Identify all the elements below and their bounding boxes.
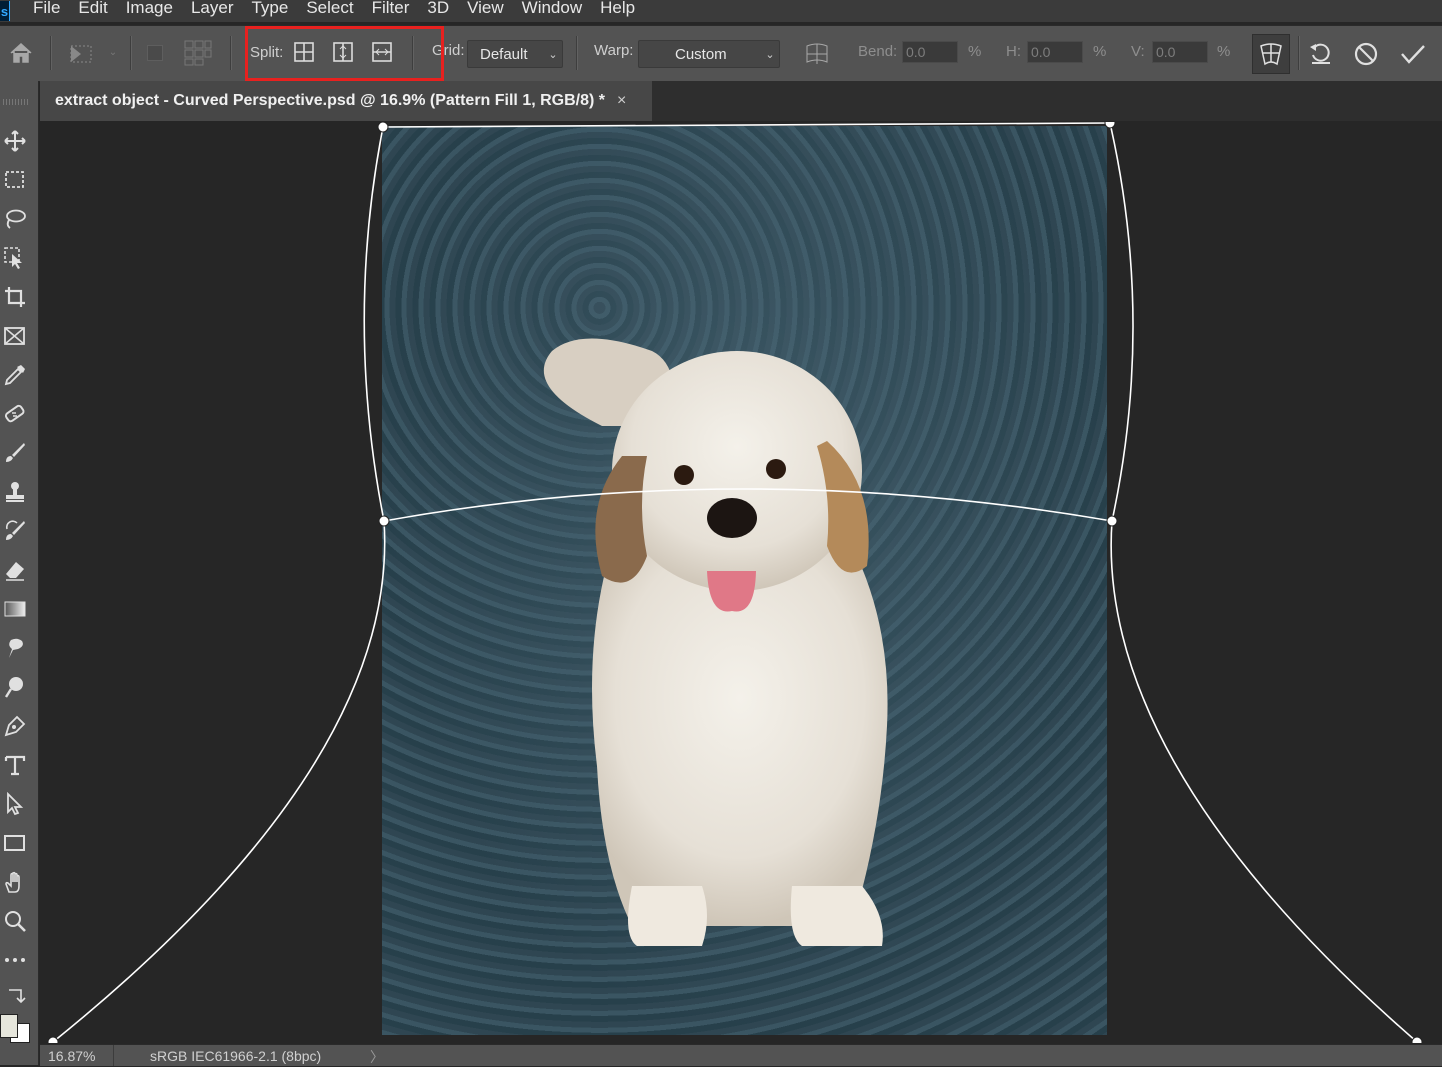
- dodge-icon[interactable]: [0, 672, 30, 702]
- cancel-transform-icon[interactable]: [1351, 39, 1381, 69]
- commit-transform-icon[interactable]: [1397, 39, 1429, 69]
- transform-options-icon[interactable]: [66, 40, 96, 68]
- split-horizontal-icon[interactable]: [370, 40, 394, 64]
- path-select-icon[interactable]: [0, 789, 30, 819]
- grid-label: Grid:: [432, 42, 465, 59]
- split-label: Split:: [250, 44, 284, 61]
- warp-label: Warp:: [594, 42, 634, 59]
- transform-dropdown-chevron-icon[interactable]: ⌄: [106, 42, 120, 62]
- v-label: V:: [1131, 43, 1145, 60]
- crop-icon[interactable]: [0, 282, 30, 312]
- document-tab[interactable]: extract object - Curved Perspective.psd …: [40, 81, 652, 121]
- warp-mesh[interactable]: [40, 122, 1442, 1043]
- menu-3d[interactable]: 3D: [418, 0, 458, 17]
- v-unit: %: [1217, 43, 1231, 60]
- switch-warp-icon[interactable]: [1252, 34, 1290, 74]
- home-icon[interactable]: [6, 39, 36, 67]
- warp-dropdown-value: Custom: [675, 45, 727, 63]
- menu-bar: s File Edit Image Layer Type Select Filt…: [0, 0, 1442, 22]
- canvas-area[interactable]: [40, 122, 1442, 1043]
- v-input[interactable]: 0.0: [1152, 41, 1208, 63]
- history-brush-icon[interactable]: [0, 516, 30, 546]
- menu-image[interactable]: Image: [117, 0, 182, 17]
- type-icon[interactable]: [0, 750, 30, 780]
- menu-filter[interactable]: Filter: [363, 0, 419, 17]
- grid-dropdown[interactable]: Default ⌄: [467, 40, 563, 68]
- chevron-down-icon: ⌄: [548, 48, 558, 61]
- menu-help[interactable]: Help: [591, 0, 644, 17]
- healing-icon[interactable]: [0, 399, 30, 429]
- reset-warp-icon[interactable]: [1306, 39, 1336, 69]
- grid-dropdown-value: Default: [480, 45, 528, 63]
- color-swatches[interactable]: [0, 1010, 38, 1065]
- bend-input[interactable]: 0.0: [902, 41, 958, 63]
- h-label: H:: [1006, 43, 1021, 60]
- status-menu-arrow-icon[interactable]: 〉: [370, 1047, 384, 1067]
- rectangle-icon[interactable]: [0, 828, 30, 858]
- foreground-color-swatch[interactable]: [0, 1014, 18, 1038]
- document-tab-title: extract object - Curved Perspective.psd …: [55, 92, 605, 109]
- chevron-down-icon: ⌄: [765, 48, 775, 61]
- menu-layer[interactable]: Layer: [182, 0, 243, 17]
- menu-file[interactable]: File: [24, 0, 69, 17]
- pen-icon[interactable]: [0, 711, 30, 741]
- menu-view[interactable]: View: [458, 0, 513, 17]
- marquee-icon[interactable]: [0, 165, 30, 195]
- panel-grip[interactable]: [3, 99, 29, 105]
- brush-icon[interactable]: [0, 438, 30, 468]
- menu-select[interactable]: Select: [297, 0, 362, 17]
- split-crosswise-icon[interactable]: [292, 40, 316, 64]
- zoom-icon[interactable]: [0, 906, 30, 936]
- h-input[interactable]: 0.0: [1027, 41, 1083, 63]
- stamp-icon[interactable]: [0, 477, 30, 507]
- lasso-icon[interactable]: [0, 204, 30, 234]
- status-bar: 16.87% sRGB IEC61966-2.1 (8bpc) 〉: [40, 1044, 1442, 1066]
- gradient-icon[interactable]: [0, 594, 30, 624]
- menu-window[interactable]: Window: [513, 0, 591, 17]
- zoom-level[interactable]: 16.87%: [48, 1048, 95, 1064]
- bend-label: Bend:: [858, 43, 898, 60]
- color-profile-info: sRGB IEC61966-2.1 (8bpc): [150, 1048, 322, 1064]
- bend-unit: %: [968, 43, 982, 60]
- swap-colors-icon[interactable]: [0, 981, 30, 1011]
- smudge-icon[interactable]: [0, 633, 30, 663]
- grid-dots-icon[interactable]: [182, 38, 214, 68]
- eyedropper-icon[interactable]: [0, 360, 30, 390]
- warp-orientation-icon[interactable]: [802, 39, 832, 69]
- object-select-icon[interactable]: [0, 243, 30, 273]
- move-icon[interactable]: [0, 126, 30, 156]
- warp-dropdown[interactable]: Custom ⌄: [638, 40, 780, 68]
- options-bar: ⌄ Split: Grid: Default ⌄ Warp: Custom ⌄ …: [0, 25, 1442, 82]
- photoshop-logo-icon: s: [0, 1, 10, 21]
- menu-edit[interactable]: Edit: [69, 0, 116, 17]
- tools-panel: [0, 81, 39, 1065]
- split-vertical-icon[interactable]: [331, 40, 355, 64]
- frame-icon[interactable]: [0, 321, 30, 351]
- menu-type[interactable]: Type: [242, 0, 297, 17]
- document-tab-bar: extract object - Curved Perspective.psd …: [40, 81, 1442, 121]
- close-icon[interactable]: ×: [617, 92, 626, 110]
- warp-handles[interactable]: [47, 122, 1423, 1043]
- checkbox-icon[interactable]: [146, 44, 164, 62]
- more-icon[interactable]: [0, 945, 30, 975]
- h-unit: %: [1093, 43, 1107, 60]
- eraser-icon[interactable]: [0, 555, 30, 585]
- hand-icon[interactable]: [0, 867, 30, 897]
